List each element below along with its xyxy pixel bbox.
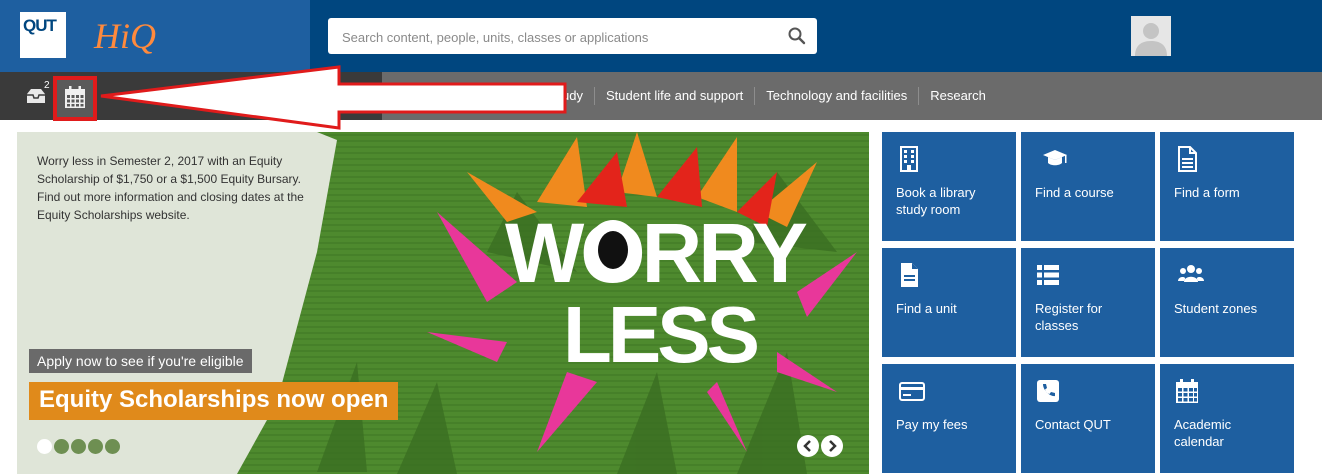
carousel-dot[interactable] (88, 439, 103, 454)
calendar-button[interactable] (53, 76, 97, 121)
chevron-left-icon (803, 440, 811, 452)
tile-label: Academic calendar (1174, 417, 1232, 449)
tile-label: Find a unit (896, 301, 957, 316)
calendar-icon (65, 86, 85, 108)
tile-label: Contact QUT (1035, 417, 1111, 432)
header-bar: QUT HiQ (0, 0, 1322, 72)
logo-area: QUT HiQ (0, 0, 310, 72)
nav-link-research[interactable]: Research (918, 87, 997, 105)
search-input[interactable] (340, 18, 774, 56)
tile-label: Pay my fees (896, 417, 968, 432)
hiq-logo-text: HiQ (93, 16, 156, 56)
hiq-logo[interactable]: HiQ (92, 10, 172, 60)
inbox-count-badge: 2 (44, 80, 50, 91)
tile-find-form[interactable]: Find a form (1160, 132, 1294, 241)
worry-text: WORRY (505, 206, 807, 300)
tile-find-course[interactable]: Find a course (1021, 132, 1155, 241)
chevron-right-icon (829, 440, 837, 452)
tile-label: Find a course (1035, 185, 1114, 200)
tile-pay-fees[interactable]: Pay my fees (882, 364, 1016, 473)
tile-academic-calendar[interactable]: Academic calendar (1160, 364, 1294, 473)
tile-contact-qut[interactable]: Contact QUT (1021, 364, 1155, 473)
tile-book-library-room[interactable]: Book a library study room (882, 132, 1016, 241)
tile-find-unit[interactable]: Find a unit (882, 248, 1016, 357)
nav-links: udy Student life and support Technology … (562, 72, 997, 120)
list-icon (1037, 265, 1059, 285)
search-icon[interactable] (787, 26, 807, 46)
quick-actions: 2 (0, 72, 382, 121)
carousel-prev-button[interactable] (797, 435, 819, 457)
phone-icon (1037, 380, 1059, 402)
avatar[interactable] (1131, 16, 1171, 56)
tile-student-zones[interactable]: Student zones (1160, 248, 1294, 357)
tile-label: Student zones (1174, 301, 1258, 316)
qut-logo[interactable]: QUT (20, 12, 66, 58)
credit-card-icon (899, 382, 925, 401)
calendar-icon (1176, 379, 1198, 403)
form-icon (1178, 146, 1197, 172)
tile-label: Register for classes (1035, 301, 1103, 333)
banner-headline[interactable]: Equity Scholarships now open (29, 382, 399, 420)
users-icon (1178, 265, 1204, 282)
nav-link-technology[interactable]: Technology and facilities (754, 87, 918, 105)
carousel-dot[interactable] (71, 439, 86, 454)
nav-link-student-life[interactable]: Student life and support (593, 87, 754, 105)
banner-apply-link[interactable]: Apply now to see if you're eligible (29, 349, 252, 373)
nav-bar: 2 udy Student life and support Technolog… (0, 72, 1322, 121)
qut-logo-text: QUT (23, 16, 57, 35)
carousel-dot[interactable] (37, 439, 52, 454)
quick-links-grid: Book a library study room Find a course … (882, 132, 1294, 474)
carousel-dot[interactable] (105, 439, 120, 454)
search-bar (328, 18, 817, 56)
carousel-controls (797, 435, 843, 457)
document-icon (901, 263, 918, 287)
carousel-next-button[interactable] (821, 435, 843, 457)
carousel-dots (37, 439, 120, 454)
less-text: LESS (563, 290, 758, 379)
hero-banner[interactable]: WORRY LESS Worry less in Semester 2, 201… (17, 132, 869, 474)
tile-label: Book a library study room (896, 185, 976, 217)
graduation-cap-icon (1043, 150, 1067, 166)
tile-label: Find a form (1174, 185, 1240, 200)
user-icon (1135, 23, 1167, 56)
nav-link-study[interactable]: udy (562, 87, 594, 105)
carousel-dot[interactable] (54, 439, 69, 454)
banner-description: Worry less in Semester 2, 2017 with an E… (37, 154, 304, 222)
tile-register-classes[interactable]: Register for classes (1021, 248, 1155, 357)
building-icon (900, 146, 918, 172)
